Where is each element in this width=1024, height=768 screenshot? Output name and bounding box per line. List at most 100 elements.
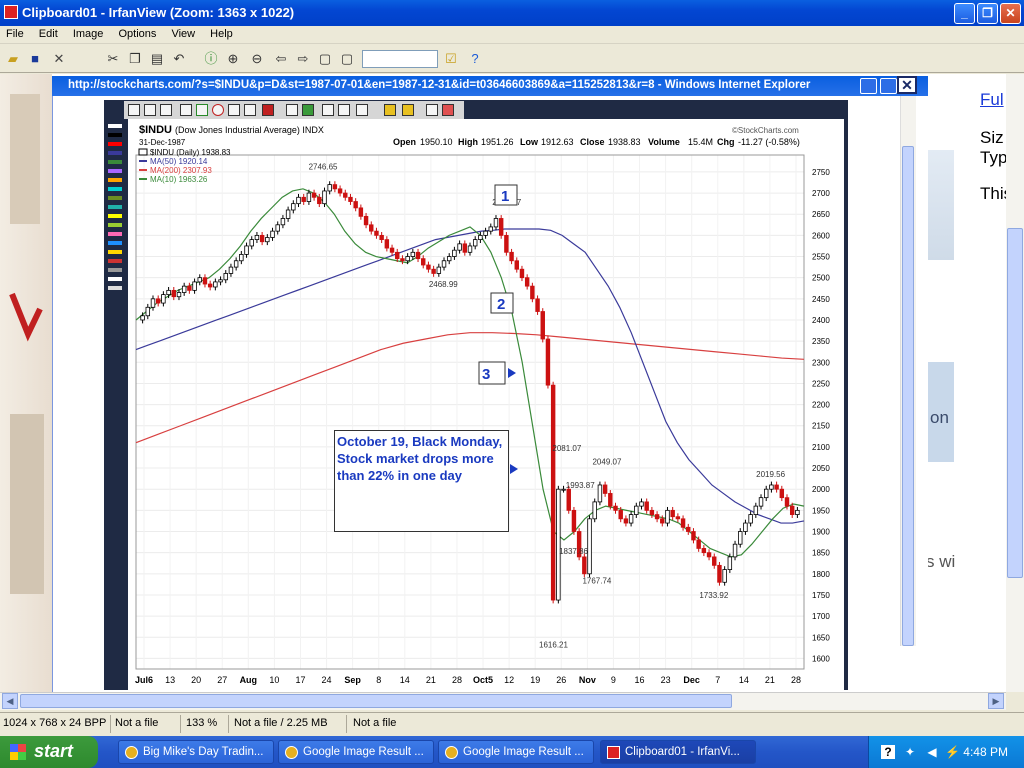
palette-swatch[interactable]: [108, 124, 122, 128]
palette-swatch[interactable]: [108, 178, 122, 182]
task-button-google-image-1[interactable]: Google Image Result ...: [278, 740, 434, 764]
chart-tool-arrow-icon[interactable]: [262, 104, 274, 116]
open-icon[interactable]: ▰: [4, 50, 22, 68]
chart[interactable]: 2746.652662.372468.992081.072049.071993.…: [128, 119, 844, 690]
palette-swatch[interactable]: [108, 133, 122, 137]
chart-tool-erase-icon[interactable]: [442, 104, 454, 116]
candle-body: [275, 224, 280, 232]
browser-title: http://stockcharts.com/?s=$INDU&p=D&st=1…: [68, 79, 811, 91]
palette-swatch[interactable]: [108, 214, 122, 218]
palette-swatch[interactable]: [108, 142, 122, 146]
candle-body: [789, 505, 795, 515]
palette-swatch[interactable]: [108, 268, 122, 272]
x-tick-label: 27: [217, 675, 227, 685]
chart-tool-hline-icon[interactable]: [160, 104, 172, 116]
help-icon[interactable]: ?: [466, 50, 484, 68]
chart-tool-fib-icon[interactable]: [286, 104, 298, 116]
chart-tool-save-icon[interactable]: [384, 104, 396, 116]
help-tray-icon[interactable]: ?: [881, 745, 895, 759]
scroll-left-icon[interactable]: ◀: [2, 693, 18, 709]
price-annotation: 1733.92: [699, 591, 728, 600]
menu-image[interactable]: Image: [67, 26, 110, 42]
chart-tool-gann-icon[interactable]: [356, 104, 368, 116]
chart-tool-undo-icon[interactable]: [426, 104, 438, 116]
chart-tool-pointer-icon[interactable]: [128, 104, 140, 116]
vertical-scroll-thumb[interactable]: [1007, 228, 1023, 578]
chart-tool-callout-icon[interactable]: [244, 104, 256, 116]
palette-swatch[interactable]: [108, 241, 122, 245]
palette-swatch[interactable]: [108, 250, 122, 254]
title-bar[interactable]: Clipboard01 - IrfanView (Zoom: 1363 x 10…: [0, 0, 1024, 26]
candle-body: [764, 488, 769, 499]
start-button[interactable]: start: [0, 736, 98, 768]
candle-body: [660, 518, 665, 524]
palette-swatch[interactable]: [108, 223, 122, 227]
task-button-google-image-2[interactable]: Google Image Result ...: [438, 740, 594, 764]
minimize-button[interactable]: _: [954, 3, 975, 24]
browser-maximize-button[interactable]: [880, 78, 897, 94]
candle-body: [769, 484, 774, 490]
palette-swatch[interactable]: [108, 232, 122, 236]
horizontal-scroll-thumb[interactable]: [20, 694, 732, 708]
zoom-input[interactable]: [362, 50, 438, 68]
palette-swatch[interactable]: [108, 169, 122, 173]
browser-title-bar[interactable]: http://stockcharts.com/?s=$INDU&p=D&st=1…: [52, 76, 928, 96]
flash-icon[interactable]: ⚡: [945, 745, 960, 759]
close-icon[interactable]: ✕: [897, 76, 917, 94]
network-icon[interactable]: ✦: [903, 745, 917, 759]
palette-swatch[interactable]: [108, 277, 122, 281]
chart-tool-line-icon[interactable]: [144, 104, 156, 116]
candle-body: [467, 245, 473, 253]
menu-view[interactable]: View: [165, 26, 201, 42]
chart-tool-trend-icon[interactable]: [322, 104, 334, 116]
browser-minimize-button[interactable]: [860, 78, 877, 94]
info-icon[interactable]: ⓘ: [202, 50, 220, 68]
cut-icon[interactable]: ✂: [104, 50, 122, 68]
close-button[interactable]: ✕: [1000, 3, 1021, 24]
chart-tool-rect-icon[interactable]: [196, 104, 208, 116]
save-icon[interactable]: ■: [26, 50, 44, 68]
price-annotation: 2019.56: [756, 470, 785, 479]
next-icon[interactable]: ⇨: [294, 50, 312, 68]
menu-help[interactable]: Help: [204, 26, 239, 42]
right-link[interactable]: Ful: [980, 90, 1004, 110]
undo-icon[interactable]: ↶: [170, 50, 188, 68]
settings-icon[interactable]: ☑: [442, 50, 460, 68]
candle-body: [644, 501, 649, 511]
palette-swatch[interactable]: [108, 286, 122, 290]
chart-tool-load-icon[interactable]: [402, 104, 414, 116]
y-tick-label: 1800: [812, 570, 830, 579]
menu-file[interactable]: File: [0, 26, 30, 42]
last-icon[interactable]: ▢: [338, 50, 356, 68]
zoom-out-icon[interactable]: ⊖: [248, 50, 266, 68]
copy-icon[interactable]: ❐: [126, 50, 144, 68]
delete-icon[interactable]: ✕: [50, 50, 68, 68]
task-button-day-trading[interactable]: Big Mike's Day Tradin...: [118, 740, 274, 764]
status-file: Not a file: [115, 717, 159, 729]
right-text-frag2: s wi: [926, 552, 956, 571]
chart-tool-channel-icon[interactable]: [302, 104, 314, 116]
palette-swatch[interactable]: [108, 259, 122, 263]
browser-scroll-thumb[interactable]: [902, 146, 914, 646]
chart-tool-text-icon[interactable]: [228, 104, 240, 116]
menu-options[interactable]: Options: [112, 26, 162, 42]
price-annotation: 1993.87: [566, 481, 595, 490]
chart-tool-ellipse-icon[interactable]: [212, 104, 224, 116]
palette-swatch[interactable]: [108, 205, 122, 209]
candle-body: [223, 273, 228, 281]
first-icon[interactable]: ▢: [316, 50, 334, 68]
palette-swatch[interactable]: [108, 187, 122, 191]
palette-swatch[interactable]: [108, 160, 122, 164]
zoom-in-icon[interactable]: ⊕: [224, 50, 242, 68]
volume-icon[interactable]: ◀: [925, 745, 939, 759]
palette-swatch[interactable]: [108, 151, 122, 155]
chart-tool-speed-icon[interactable]: [338, 104, 350, 116]
chart-tool-vline-icon[interactable]: [180, 104, 192, 116]
task-button-irfanview[interactable]: Clipboard01 - IrfanVi...: [600, 740, 756, 764]
palette-swatch[interactable]: [108, 196, 122, 200]
paste-icon[interactable]: ▤: [148, 50, 166, 68]
prev-icon[interactable]: ⇦: [272, 50, 290, 68]
menu-edit[interactable]: Edit: [33, 26, 64, 42]
maximize-button[interactable]: ❐: [977, 3, 998, 24]
scroll-right-icon[interactable]: ▶: [988, 693, 1004, 709]
